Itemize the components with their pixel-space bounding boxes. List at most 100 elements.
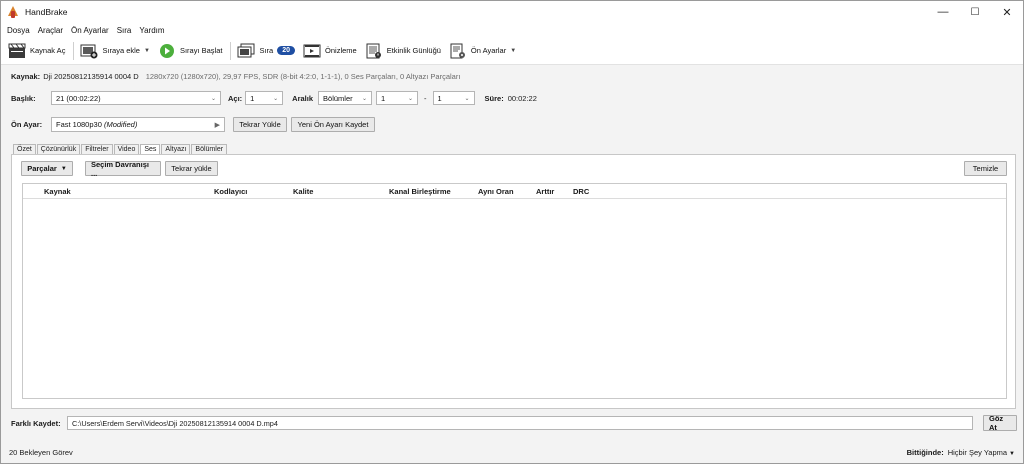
angle-label: Açı:	[228, 93, 243, 103]
source-label: Kaynak:	[11, 72, 41, 81]
start-queue-label: Sırayı Başlat	[179, 46, 223, 55]
title-label: Başlık:	[11, 93, 36, 103]
toolbar: Kaynak Aç Sıraya ekle ▼ Sırayı Başlat Sı…	[1, 37, 1023, 65]
table-header: Kaynak Kodlayıcı Kalite Kanal Birleştirm…	[23, 184, 1006, 199]
chevron-down-icon: ⌄	[273, 95, 279, 102]
source-details: 1280x720 (1280x720), 29,97 FPS, SDR (8-b…	[145, 72, 461, 81]
save-path-input[interactable]: C:\Users\Erdem Servi\Videos\Dji 20250812…	[67, 416, 973, 430]
when-done-select[interactable]: Hiçbir Şey Yapma ▼	[948, 448, 1015, 457]
title-row: Başlık: 21 (00:02:22) ⌄ Açı: 1 ⌄ Aralık …	[11, 91, 537, 105]
activity-log-icon	[365, 43, 383, 59]
chevron-right-icon: ▶	[214, 121, 220, 129]
range-start-value: 1	[381, 93, 386, 103]
title-value: 21 (00:02:22)	[56, 93, 101, 103]
column-gain: Arttır	[536, 187, 555, 196]
activity-log-label: Etkinlik Günlüğü	[386, 46, 441, 55]
presets-icon	[449, 43, 467, 59]
preview-button[interactable]: Önizleme	[300, 40, 360, 62]
menu-file[interactable]: Dosya	[7, 26, 30, 35]
add-to-queue-button[interactable]: Sıraya ekle ▼	[77, 40, 152, 62]
preset-modified: (Modified)	[103, 120, 138, 129]
title-select[interactable]: 21 (00:02:22) ⌄	[51, 91, 221, 105]
range-dash: -	[424, 93, 427, 103]
preset-select[interactable]: Fast 1080p30 (Modified) ▶	[51, 117, 225, 132]
reload-audio-button[interactable]: Tekrar yükle	[165, 161, 218, 176]
presets-button[interactable]: Ön Ayarlar ▼	[446, 40, 519, 62]
pending-jobs-text: 20 Bekleyen Görev	[9, 447, 73, 457]
angle-value: 1	[250, 93, 255, 103]
toolbar-separator	[230, 41, 232, 60]
save-as-row: Farklı Kaydet: C:\Users\Erdem Servi\Vide…	[11, 414, 1017, 432]
minimize-button[interactable]: —	[927, 1, 959, 23]
column-encoder: Kodlayıcı	[214, 187, 248, 196]
range-type-select[interactable]: Bölümler ⌄	[318, 91, 373, 105]
menu-help[interactable]: Yardım	[139, 26, 164, 35]
reload-preset-button[interactable]: Tekrar Yükle	[233, 117, 287, 132]
range-type-value: Bölümler	[323, 93, 353, 103]
open-source-button[interactable]: Kaynak Aç	[5, 40, 68, 62]
angle-select[interactable]: 1 ⌄	[245, 91, 284, 105]
when-done-value: Hiçbir Şey Yapma	[947, 447, 1008, 457]
column-mixdown: Kanal Birleştirme	[389, 187, 451, 196]
menu-queue[interactable]: Sıra	[117, 26, 132, 35]
add-to-queue-label: Sıraya ekle	[102, 46, 140, 55]
start-queue-button[interactable]: Sırayı Başlat	[155, 40, 226, 62]
browse-button[interactable]: Göz At	[983, 414, 1017, 432]
chevron-down-icon[interactable]: ▼	[144, 48, 150, 54]
tracks-label: Parçalar	[27, 164, 57, 173]
app-window: HandBrake — ☐ ✕ Dosya Araçlar Ön Ayarlar…	[0, 0, 1024, 464]
save-as-label: Farklı Kaydet:	[11, 418, 61, 428]
selection-behavior-button[interactable]: Seçim Davranışı ...	[85, 160, 161, 178]
audio-tab-panel: Parçalar ▼ Seçim Davranışı ... Tekrar yü…	[11, 154, 1016, 409]
handbrake-logo-icon	[7, 6, 19, 18]
queue-count-badge: 20	[277, 46, 296, 55]
activity-log-button[interactable]: Etkinlik Günlüğü	[362, 40, 444, 62]
chevron-down-icon: ▼	[1009, 450, 1015, 457]
queue-button[interactable]: Sıra 20	[234, 40, 298, 62]
title-bar: HandBrake — ☐ ✕	[1, 1, 1023, 23]
close-button[interactable]: ✕	[991, 1, 1023, 23]
window-title: HandBrake	[25, 7, 68, 17]
menu-presets[interactable]: Ön Ayarlar	[71, 26, 109, 35]
maximize-button[interactable]: ☐	[959, 1, 991, 23]
menu-tools[interactable]: Araçlar	[38, 26, 63, 35]
toolbar-separator	[73, 41, 75, 60]
add-queue-icon	[80, 43, 98, 59]
preset-value-group: Fast 1080p30 (Modified)	[56, 120, 137, 129]
duration-value: 00:02:22	[507, 93, 537, 103]
column-drc: DRC	[573, 187, 590, 196]
queue-label: Sıra	[259, 46, 274, 55]
clapperboard-icon	[8, 43, 26, 59]
menu-bar: Dosya Araçlar Ön Ayarlar Sıra Yardım	[1, 23, 1023, 37]
audio-tracks-table[interactable]: Kaynak Kodlayıcı Kalite Kanal Birleştirm…	[22, 183, 1007, 399]
save-new-preset-button[interactable]: Yeni Ön Ayarı Kaydet	[291, 117, 375, 132]
play-icon	[158, 43, 176, 59]
clear-button[interactable]: Temizle	[964, 161, 1007, 176]
chevron-down-icon[interactable]: ▼	[510, 48, 516, 54]
range-end-value: 1	[437, 93, 442, 103]
preview-icon	[303, 43, 321, 59]
chevron-down-icon: ⌄	[210, 95, 216, 102]
range-end-select[interactable]: 1 ⌄	[432, 91, 475, 105]
source-name: Dji 20250812135914 0004 D	[43, 72, 139, 81]
preset-row: Ön Ayar: Fast 1080p30 (Modified) ▶ Tekra…	[11, 117, 375, 132]
when-done-label: Bittiğinde:	[906, 447, 944, 457]
source-info-row: Kaynak: Dji 20250812135914 0004 D 1280x7…	[11, 72, 460, 81]
chevron-down-icon: ⌄	[464, 95, 470, 102]
chevron-down-icon: ▼	[60, 165, 67, 172]
chevron-down-icon: ⌄	[408, 95, 414, 102]
status-bar: 20 Bekleyen Görev Bittiğinde: Hiçbir Şey…	[1, 441, 1023, 463]
preview-label: Önizleme	[325, 46, 357, 55]
preset-label: Ön Ayar:	[11, 120, 43, 129]
presets-label: Ön Ayarlar	[470, 46, 507, 55]
chevron-down-icon: ⌄	[362, 95, 368, 102]
column-quality: Kalite	[293, 187, 314, 196]
duration-label: Süre:	[484, 93, 504, 103]
range-start-select[interactable]: 1 ⌄	[376, 91, 419, 105]
column-samplerate: Aynı Oran	[478, 187, 514, 196]
open-source-label: Kaynak Aç	[30, 46, 66, 55]
preset-value: Fast 1080p30	[56, 120, 102, 129]
tracks-button[interactable]: Parçalar ▼	[21, 161, 73, 176]
range-label: Aralık	[292, 93, 314, 103]
column-source: Kaynak	[44, 187, 71, 196]
